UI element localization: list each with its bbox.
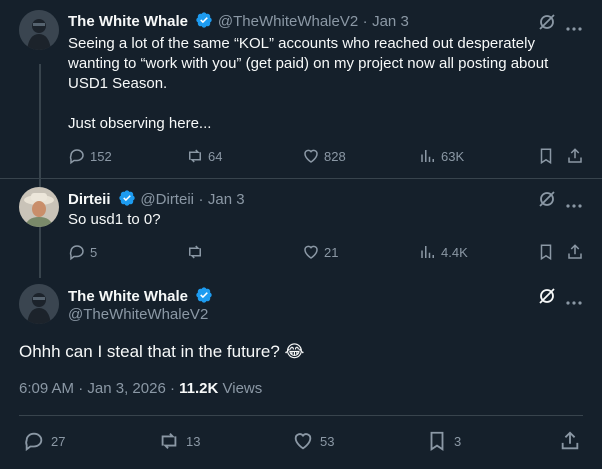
- like-icon: [294, 433, 312, 450]
- tweet2-text: So usd1 to 0?: [68, 211, 161, 228]
- tweet2-date[interactable]: Jan 3: [208, 191, 245, 208]
- main-views-label: Views: [222, 380, 263, 397]
- bookmark-icon: [430, 431, 444, 451]
- like-button[interactable]: 828: [302, 147, 346, 165]
- like-icon: [304, 245, 318, 259]
- repost-icon: [189, 149, 201, 163]
- bookmark-icon: [540, 148, 552, 165]
- main-repost-count: 13: [186, 433, 201, 449]
- main-repost-button[interactable]: 13: [158, 430, 200, 452]
- avatar-dirteii[interactable]: [19, 187, 59, 227]
- bookmark-button[interactable]: [537, 243, 555, 261]
- reply-icon: [25, 432, 43, 452]
- separator: ·: [169, 380, 175, 397]
- views-icon: [421, 246, 434, 258]
- more-icon[interactable]: [566, 293, 582, 311]
- grok-icon[interactable]: [537, 286, 557, 311]
- main-tweet-text: Ohhh can I steal that in the future? 😂: [19, 342, 305, 361]
- separator: ·: [362, 13, 368, 30]
- bookmark-icon: [540, 244, 552, 261]
- reply-count: 5: [90, 244, 98, 260]
- reply-button[interactable]: 5: [68, 243, 97, 261]
- avatar-whitewhale[interactable]: [19, 10, 59, 50]
- tweet1-text: Seeing a lot of the same “KOL” accounts …: [68, 35, 549, 132]
- main-author-name[interactable]: The White Whale: [68, 288, 188, 305]
- reply-button[interactable]: 152: [68, 147, 112, 165]
- main-like-button[interactable]: 53: [292, 430, 334, 452]
- tweet1-header: The White Whale @TheWhiteWhaleV2 · Jan 3: [68, 11, 409, 31]
- like-count: 21: [324, 244, 339, 260]
- main-date[interactable]: Jan 3, 2026: [87, 380, 165, 397]
- like-count: 828: [324, 148, 346, 164]
- bookmark-button[interactable]: [537, 147, 555, 165]
- repost-button[interactable]: 64: [186, 147, 222, 165]
- repost-icon: [161, 433, 177, 449]
- share-button[interactable]: [566, 147, 584, 165]
- main-views-count: 11.2K: [179, 380, 219, 397]
- verified-badge-icon: [195, 286, 213, 304]
- reply-icon: [69, 149, 84, 165]
- verified-badge-icon: [195, 11, 213, 29]
- thread-line: [39, 64, 41, 278]
- tweet2-handle[interactable]: @Dirteii: [140, 191, 194, 208]
- separator: ·: [198, 191, 204, 208]
- main-reply-button[interactable]: 27: [23, 430, 65, 452]
- divider: [19, 415, 583, 416]
- views-count: 4.4K: [441, 244, 468, 260]
- main-share-button[interactable]: [559, 430, 581, 452]
- views-button[interactable]: 63K: [419, 147, 464, 165]
- reply-count: 152: [90, 148, 112, 164]
- divider: [0, 178, 602, 179]
- like-button[interactable]: 21: [302, 243, 338, 261]
- tweet1-date[interactable]: Jan 3: [372, 13, 409, 30]
- repost-count: 64: [208, 148, 223, 164]
- main-bookmark-count: 3: [454, 433, 462, 449]
- main-author: The White Whale: [68, 286, 213, 306]
- tweet1-author-name[interactable]: The White Whale: [68, 13, 188, 30]
- main-bookmark-button[interactable]: 3: [426, 430, 461, 452]
- separator: ·: [78, 380, 84, 397]
- avatar-whitewhale[interactable]: [19, 284, 59, 324]
- reply-icon: [69, 245, 84, 261]
- verified-badge-icon: [118, 189, 136, 207]
- share-icon: [568, 244, 582, 259]
- share-button[interactable]: [566, 243, 584, 261]
- share-icon: [568, 148, 582, 163]
- main-meta: 6:09 AM · Jan 3, 2026 · 11.2K Views: [19, 380, 262, 397]
- repost-button[interactable]: [186, 243, 208, 261]
- tweet1-handle[interactable]: @TheWhiteWhaleV2: [218, 13, 358, 30]
- views-icon: [421, 150, 434, 162]
- main-like-count: 53: [320, 433, 335, 449]
- views-button[interactable]: 4.4K: [419, 243, 468, 261]
- tweet2-header: Dirteii @Dirteii · Jan 3: [68, 189, 245, 209]
- share-icon: [561, 431, 579, 450]
- tweet2-author-name[interactable]: Dirteii: [68, 191, 111, 208]
- main-time[interactable]: 6:09 AM: [19, 380, 74, 397]
- like-icon: [304, 149, 318, 163]
- repost-icon: [189, 245, 201, 259]
- views-count: 63K: [441, 148, 465, 164]
- main-handle[interactable]: @TheWhiteWhaleV2: [68, 306, 208, 323]
- main-reply-count: 27: [51, 433, 66, 449]
